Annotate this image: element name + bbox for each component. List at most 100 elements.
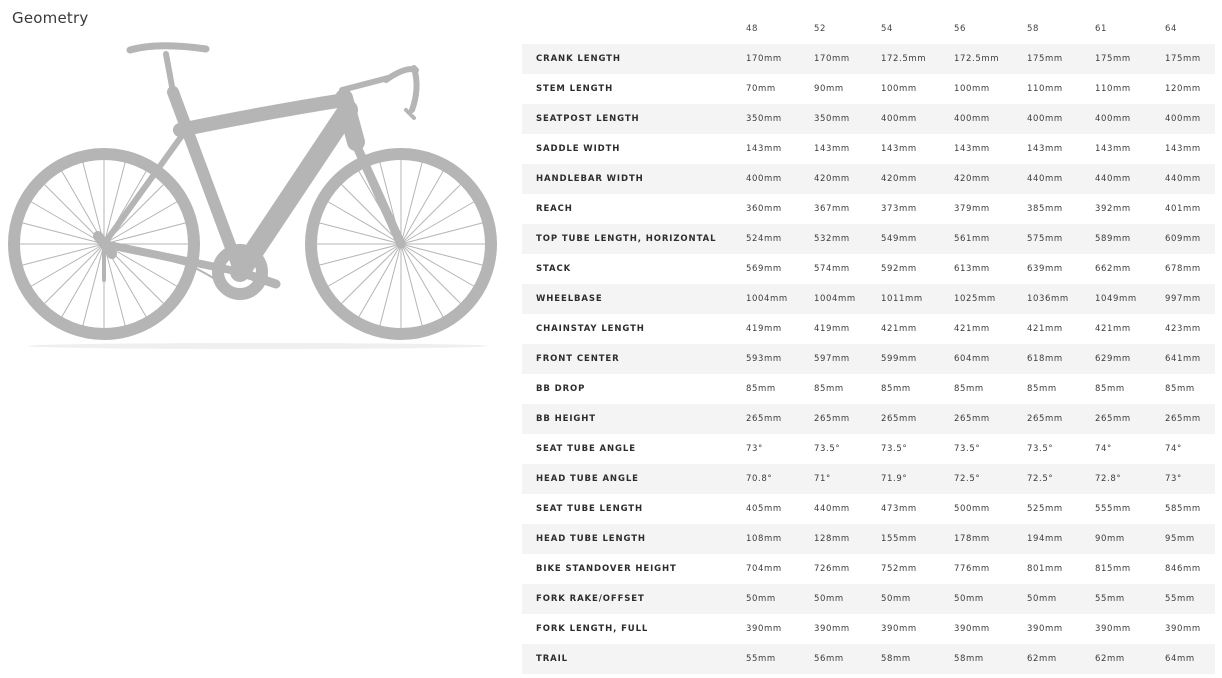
table-row: SADDLE WIDTH 143mm 143mm 143mm 143mm 143mm 143… <box>522 134 1215 164</box>
table-row: HANDLEBAR WIDTH 400mm 420mm 420mm 420mm 440mm… <box>522 164 1215 194</box>
value-cell: 555mm <box>1095 504 1131 514</box>
bike-image <box>8 40 508 352</box>
table-row: WHEELBASE 1004mm 1004mm 1011mm 1025mm 1036mm 1… <box>522 284 1215 314</box>
row-label: HANDLEBAR WIDTH <box>536 174 644 184</box>
road-bike-silhouette-icon <box>8 42 497 349</box>
value-cell: 400mm <box>954 114 990 124</box>
value-cell: 265mm <box>954 414 990 424</box>
row-label: SEATPOST LENGTH <box>536 114 640 124</box>
geometry-table-body: CRANK LENGTH 170mm 170mm 172.5mm 172.5mm 175m… <box>522 44 1215 674</box>
value-cell: 85mm <box>1027 384 1057 394</box>
value-cell: 592mm <box>881 264 917 274</box>
row-label: BB HEIGHT <box>536 414 596 424</box>
row-label: STACK <box>536 264 572 274</box>
value-cell: 440mm <box>814 504 850 514</box>
value-cell: 170mm <box>746 54 782 64</box>
value-cell: 73° <box>1165 474 1182 484</box>
value-cell: 90mm <box>1095 534 1125 544</box>
value-cell: 90mm <box>814 84 844 94</box>
value-cell: 170mm <box>814 54 850 64</box>
row-label: CRANK LENGTH <box>536 54 621 64</box>
value-cell: 752mm <box>881 564 917 574</box>
value-cell: 400mm <box>1165 114 1201 124</box>
value-cell: 390mm <box>881 624 917 634</box>
table-row: STACK 569mm 574mm 592mm 613mm 639mm 662mm 678mm <box>522 254 1215 284</box>
value-cell: 629mm <box>1095 354 1131 364</box>
value-cell: 390mm <box>1095 624 1131 634</box>
value-cell: 143mm <box>1165 144 1201 154</box>
value-cell: 421mm <box>881 324 917 334</box>
geometry-table-header: 48 52 54 56 58 61 64 <box>522 14 1215 44</box>
row-label: REACH <box>536 204 573 214</box>
header-blank-cell <box>522 14 746 44</box>
value-cell: 265mm <box>746 414 782 424</box>
table-row: HEAD TUBE LENGTH 108mm 128mm 155mm 178mm 194m… <box>522 524 1215 554</box>
size-header: 61 <box>1095 24 1108 34</box>
size-header: 52 <box>814 24 827 34</box>
value-cell: 85mm <box>954 384 984 394</box>
value-cell: 569mm <box>746 264 782 274</box>
geometry-table: 48 52 54 56 58 61 64 CRANK LENGTH 170mm 170mm 172… <box>522 14 1215 674</box>
value-cell: 50mm <box>1027 594 1057 604</box>
value-cell: 265mm <box>814 414 850 424</box>
value-cell: 440mm <box>1027 174 1063 184</box>
value-cell: 532mm <box>814 234 850 244</box>
value-cell: 420mm <box>881 174 917 184</box>
value-cell: 390mm <box>814 624 850 634</box>
table-row: FRONT CENTER 593mm 597mm 599mm 604mm 618mm 629… <box>522 344 1215 374</box>
value-cell: 609mm <box>1165 234 1201 244</box>
value-cell: 143mm <box>814 144 850 154</box>
value-cell: 776mm <box>954 564 990 574</box>
row-label: FRONT CENTER <box>536 354 620 364</box>
value-cell: 55mm <box>746 654 776 664</box>
table-row: BIKE STANDOVER HEIGHT 704mm 726mm 752mm 776m… <box>522 554 1215 584</box>
value-cell: 585mm <box>1165 504 1201 514</box>
value-cell: 613mm <box>954 264 990 274</box>
value-cell: 400mm <box>746 174 782 184</box>
value-cell: 110mm <box>1095 84 1131 94</box>
row-label: BB DROP <box>536 384 586 394</box>
size-header: 64 <box>1165 24 1178 34</box>
value-cell: 440mm <box>1095 174 1131 184</box>
row-label: FORK RAKE/OFFSET <box>536 594 645 604</box>
value-cell: 997mm <box>1165 294 1201 304</box>
value-cell: 400mm <box>1027 114 1063 124</box>
value-cell: 846mm <box>1165 564 1201 574</box>
value-cell: 265mm <box>1027 414 1063 424</box>
value-cell: 73.5° <box>814 444 841 454</box>
value-cell: 561mm <box>954 234 990 244</box>
row-label: STEM LENGTH <box>536 84 614 94</box>
value-cell: 405mm <box>746 504 782 514</box>
value-cell: 618mm <box>1027 354 1063 364</box>
table-row: CHAINSTAY LENGTH 419mm 419mm 421mm 421mm 421m… <box>522 314 1215 344</box>
value-cell: 524mm <box>746 234 782 244</box>
row-label: HEAD TUBE LENGTH <box>536 534 646 544</box>
row-label: HEAD TUBE ANGLE <box>536 474 639 484</box>
value-cell: 575mm <box>1027 234 1063 244</box>
value-cell: 1049mm <box>1095 294 1137 304</box>
value-cell: 265mm <box>1165 414 1201 424</box>
value-cell: 390mm <box>954 624 990 634</box>
value-cell: 1025mm <box>954 294 996 304</box>
value-cell: 597mm <box>814 354 850 364</box>
value-cell: 175mm <box>1095 54 1131 64</box>
value-cell: 265mm <box>1095 414 1131 424</box>
value-cell: 70.8° <box>746 474 773 484</box>
value-cell: 74° <box>1165 444 1182 454</box>
value-cell: 390mm <box>746 624 782 634</box>
value-cell: 73° <box>746 444 763 454</box>
value-cell: 85mm <box>1165 384 1195 394</box>
value-cell: 50mm <box>954 594 984 604</box>
value-cell: 815mm <box>1095 564 1131 574</box>
value-cell: 178mm <box>954 534 990 544</box>
size-header: 58 <box>1027 24 1040 34</box>
row-label: CHAINSTAY LENGTH <box>536 324 645 334</box>
value-cell: 55mm <box>1165 594 1195 604</box>
value-cell: 175mm <box>1027 54 1063 64</box>
value-cell: 662mm <box>1095 264 1131 274</box>
table-row: HEAD TUBE ANGLE 70.8° 71° 71.9° 72.5° 72.5° 72… <box>522 464 1215 494</box>
value-cell: 194mm <box>1027 534 1063 544</box>
value-cell: 108mm <box>746 534 782 544</box>
value-cell: 72.8° <box>1095 474 1122 484</box>
value-cell: 85mm <box>814 384 844 394</box>
